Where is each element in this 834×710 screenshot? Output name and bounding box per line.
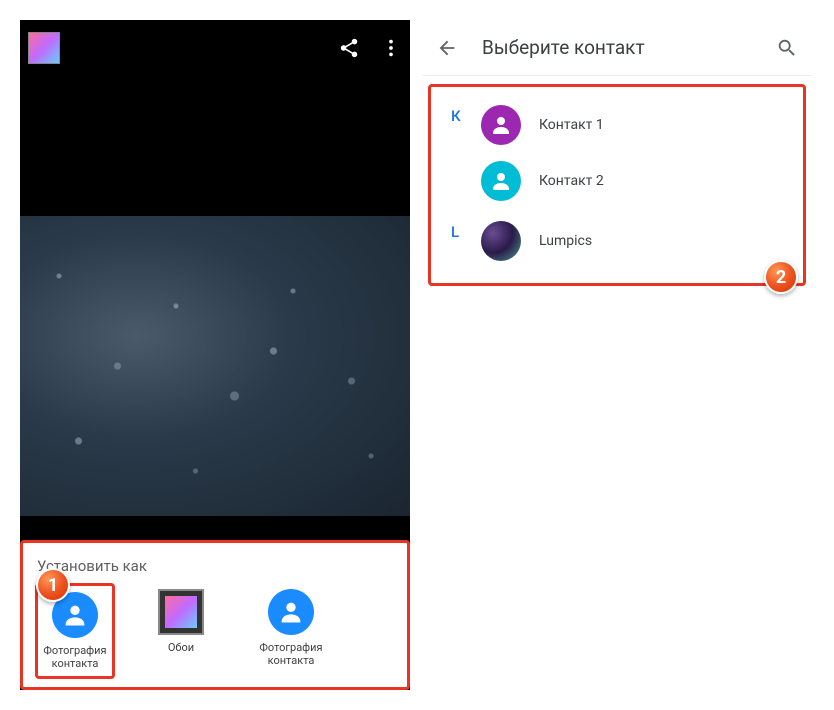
annotation-badge-1: 1: [36, 568, 70, 602]
image-thumbnail[interactable]: [28, 32, 60, 64]
contact-name: Lumpics: [539, 233, 592, 249]
option-label: Фотография контакта: [42, 644, 108, 670]
contacts-screen: Выберите контакт К Контакт 1: [422, 20, 812, 690]
gallery-screen: Установить как Фотография контакта Обои: [20, 20, 410, 690]
gallery-icon: [158, 589, 204, 635]
annotation-badge-2: 2: [764, 260, 798, 294]
contacts-header: Выберите контакт: [422, 20, 812, 76]
avatar: [481, 161, 521, 201]
back-icon[interactable]: [436, 37, 458, 59]
share-icon[interactable]: [338, 37, 360, 59]
option-contact-photo-2[interactable]: Фотография контакта: [251, 589, 331, 667]
contacts-list: К Контакт 1 Контакт 2: [428, 84, 806, 286]
contact-item[interactable]: Lumpics: [481, 213, 795, 269]
search-icon[interactable]: [776, 37, 798, 59]
contact-name: Контакт 2: [539, 173, 604, 189]
contact-name: Контакт 1: [539, 117, 604, 133]
option-label: Фотография контакта: [251, 641, 331, 667]
sheet-title: Установить как: [33, 557, 397, 575]
preview-image: [20, 216, 410, 516]
menu-icon[interactable]: [380, 37, 402, 59]
option-wallpaper[interactable]: Обои: [141, 589, 221, 654]
section-letter: L: [439, 213, 481, 269]
avatar: [481, 221, 521, 261]
person-icon: [268, 589, 314, 635]
section-letter: К: [439, 97, 481, 209]
avatar: [481, 105, 521, 145]
contact-item[interactable]: Контакт 1: [481, 97, 795, 153]
contact-item[interactable]: Контакт 2: [481, 153, 795, 209]
option-label: Обои: [168, 641, 194, 654]
gallery-toolbar: [20, 20, 410, 76]
page-title: Выберите контакт: [482, 36, 752, 59]
set-as-sheet: Установить как Фотография контакта Обои: [20, 540, 410, 690]
